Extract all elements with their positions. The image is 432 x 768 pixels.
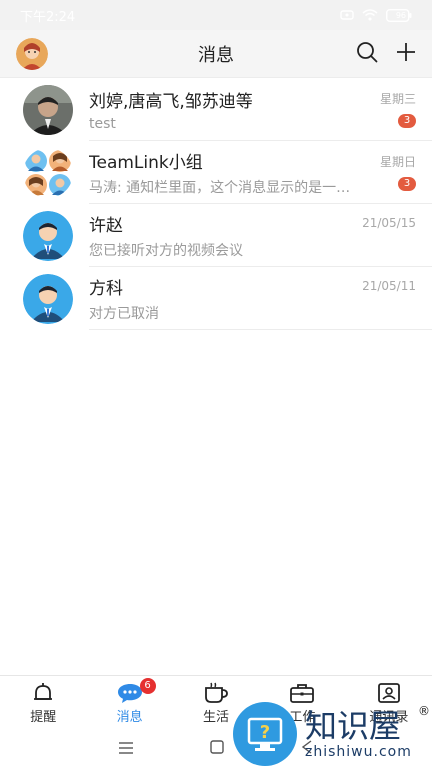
help-monitor-icon: ?	[233, 702, 297, 766]
conversation-item[interactable]: 刘婷,唐高飞,邹苏迪等 test 星期三 3	[0, 78, 432, 141]
conversation-item[interactable]: 方科 对方已取消 21/05/11	[0, 267, 432, 330]
status-time: 下午2:24	[20, 9, 76, 25]
conversation-time: 星期三	[379, 92, 416, 106]
conversation-name: TeamLink小组	[89, 152, 203, 173]
conversation-name: 刘婷,唐高飞,邹苏迪等	[89, 91, 253, 112]
group-avatar	[23, 147, 73, 198]
tab-reminder[interactable]: 提醒	[0, 676, 86, 729]
alarm-icon	[340, 9, 354, 21]
conversation-item[interactable]: 许赵 您已接听对方的视频会议 21/05/15	[0, 204, 432, 267]
contact-avatar	[23, 273, 73, 324]
my-avatar[interactable]	[16, 37, 48, 70]
coffee-cup-icon	[203, 680, 229, 706]
conversation-time: 21/05/11	[362, 279, 416, 293]
battery-level: 96	[395, 10, 406, 20]
conversation-name: 方科	[89, 278, 123, 299]
tab-unread-badge: 6	[139, 678, 156, 694]
watermark-logo: ? 知识屋 zhishiwu.com ®	[233, 700, 432, 768]
svg-text:?: ?	[260, 722, 270, 743]
unread-badge: 3	[398, 114, 416, 128]
conversation-preview: 对方已取消	[89, 305, 159, 322]
conversation-name: 许赵	[89, 215, 123, 236]
contact-avatar	[23, 210, 73, 261]
registered-mark: ®	[418, 704, 430, 718]
conversation-preview: test	[89, 115, 116, 132]
group-photo-avatar	[23, 84, 73, 135]
conversation-time: 星期日	[379, 155, 416, 169]
chat-bubble-icon	[117, 680, 143, 706]
watermark-url: zhishiwu.com	[305, 744, 412, 760]
tab-label: 消息	[116, 710, 143, 725]
search-icon[interactable]	[356, 41, 378, 67]
watermark-title: 知识屋	[305, 707, 402, 745]
add-icon[interactable]	[396, 42, 416, 66]
tab-label: 生活	[203, 710, 230, 725]
menu-icon[interactable]	[118, 739, 133, 758]
conversation-preview: 您已接听对方的视频会议	[89, 242, 243, 259]
conversation-preview: 马涛: 通知栏里面，这个消息显示的是一…	[89, 179, 351, 196]
tab-messages[interactable]: 消息 6	[86, 676, 172, 729]
conversation-item[interactable]: TeamLink小组 马涛: 通知栏里面，这个消息显示的是一… 星期日 3	[0, 141, 432, 204]
status-bar: 下午2:24 96	[0, 0, 432, 30]
wifi-icon	[362, 9, 378, 21]
tab-label: 提醒	[30, 710, 57, 725]
conversation-time: 21/05/15	[362, 216, 416, 230]
bell-icon	[32, 680, 54, 706]
unread-badge: 3	[398, 177, 416, 191]
home-icon[interactable]	[210, 739, 224, 758]
status-icons: 96	[340, 8, 412, 22]
conversation-list: 刘婷,唐高飞,邹苏迪等 test 星期三 3 TeamLink小组 马涛: 通知…	[0, 78, 432, 330]
app-header: 消息	[0, 30, 432, 78]
